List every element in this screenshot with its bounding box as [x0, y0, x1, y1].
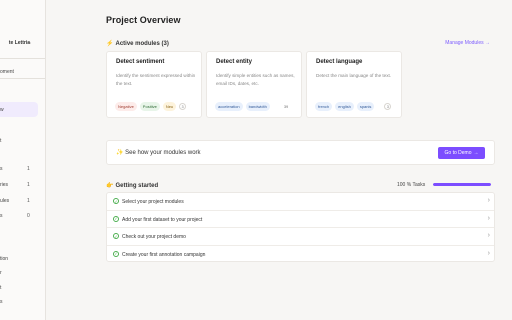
manage-modules-link[interactable]: Manage Modules → [445, 40, 490, 46]
check-circle-icon: ✓ [113, 198, 119, 204]
task-item[interactable]: ✓ Create your first annotation campaign … [107, 246, 494, 264]
task-item[interactable]: ✓ Add your first dataset to your project… [107, 211, 494, 228]
sidebar-item-8[interactable]: r [0, 270, 2, 276]
sidebar-item-4[interactable]: ries [0, 182, 8, 188]
chevron-right-icon: › [487, 214, 490, 222]
module-card-sentiment[interactable]: Detect sentiment Identify the sentiment … [106, 51, 202, 118]
demo-banner: ✨ See how your modules work Go to Demo → [106, 140, 495, 165]
sidebar-divider [0, 58, 45, 59]
sidebar-item-1[interactable]: w [0, 107, 4, 113]
chevron-right-icon: › [487, 249, 490, 257]
sidebar-count: 1 [27, 166, 30, 172]
tag: spanis [356, 102, 375, 111]
sidebar-count: 0 [27, 213, 30, 219]
tag: Neu [162, 102, 177, 111]
getting-started-title: Getting started [115, 183, 159, 189]
manage-modules-label: Manage Modules [445, 40, 484, 46]
sidebar-divider [0, 78, 45, 79]
page-title: Project Overview [106, 15, 181, 25]
module-card-title: Detect language [316, 59, 363, 65]
sidebar-item-9[interactable]: t [0, 285, 1, 291]
active-modules-heading: ⚡ Active modules (3) [106, 40, 169, 47]
sidebar-item-0[interactable]: oment [0, 69, 14, 75]
sidebar-item-active-bg [0, 102, 38, 117]
sidebar-item-3[interactable]: s [0, 166, 3, 172]
tag: french [315, 102, 333, 111]
progress-bar [433, 183, 491, 186]
check-circle-icon: ✓ [113, 250, 119, 257]
getting-started-heading: 👉 Getting started [106, 182, 158, 189]
task-label: Select your project modules [122, 199, 184, 205]
chevron-right-icon: › [487, 232, 490, 239]
sidebar-item-2[interactable]: t [0, 138, 1, 144]
module-card-language[interactable]: Detect language Detect the main language… [306, 51, 402, 118]
chevron-down-icon: ⌄ [26, 40, 32, 46]
main-content: Project Overview ⚡ Active modules (3) Man… [47, 0, 512, 320]
check-circle-icon: ✓ [113, 215, 119, 222]
demo-banner-label: See how your modules work [125, 150, 201, 156]
lightning-icon: ⚡ [106, 41, 114, 47]
task-item[interactable]: ✓ Check out your project demo › [107, 228, 494, 246]
demo-banner-text: ✨ See how your modules work [116, 149, 201, 156]
task-item[interactable]: ✓ Select your project modules › [107, 193, 494, 211]
tag: english [335, 102, 354, 111]
module-card-title: Detect sentiment [116, 59, 165, 65]
progress-label: 100 % Tasks [397, 182, 426, 188]
sidebar-item-10[interactable]: s [0, 299, 3, 305]
module-card-description: Identify simple entities such as names, … [216, 73, 295, 86]
progress-bar-fill [433, 183, 491, 186]
active-modules-title: Active modules (3) [115, 41, 169, 47]
tag: bandwidth [245, 102, 270, 111]
module-tags: Negative Positive Neu 3 [115, 102, 187, 111]
check-circle-icon: ✓ [113, 233, 119, 239]
module-card-title: Detect entity [216, 59, 253, 65]
tag: Negative [115, 102, 137, 111]
module-tags: acceleration bandwidth 39 [215, 102, 288, 111]
sidebar-item-5[interactable]: ules [0, 198, 9, 204]
go-to-demo-button[interactable]: Go to Demo → [438, 147, 485, 159]
task-list: ✓ Select your project modules › ✓ Add yo… [106, 192, 495, 262]
task-label: Add your first dataset to your project [122, 216, 203, 223]
arrow-right-icon: → [473, 150, 479, 156]
more-tags-badge[interactable]: 3 [384, 103, 392, 110]
sidebar: te Lettria ⌄ oment w t s 1 ries 1 ules 1… [0, 0, 46, 320]
sparkle-icon: ✨ [116, 150, 124, 156]
sidebar-count: 1 [27, 182, 30, 188]
sidebar-item-7[interactable]: tion [0, 256, 8, 262]
sidebar-item-6[interactable]: s [0, 213, 3, 219]
tag: acceleration [215, 102, 243, 111]
module-card-description: Detect the main language of the text. [316, 73, 392, 78]
module-tags: french english spanis 3 [315, 102, 392, 111]
module-card-description: Identify the sentiment expressed within … [116, 73, 196, 86]
chevron-right-icon: › [487, 197, 490, 204]
workspace-selector[interactable]: te Lettria ⌄ [0, 37, 45, 51]
tag: Positive [139, 102, 160, 111]
task-label: Create your first annotation campaign [122, 251, 206, 258]
task-label: Check out your project demo [122, 234, 186, 240]
hand-icon: 👉 [106, 183, 114, 189]
more-tags-badge[interactable]: 3 [179, 103, 187, 110]
arrow-right-icon: → [485, 40, 490, 46]
module-card-entity[interactable]: Detect entity Identify simple entities s… [206, 51, 302, 118]
sidebar-count: 1 [27, 198, 30, 204]
go-to-demo-label: Go to Demo [444, 150, 472, 156]
tag-count: 39 [283, 104, 289, 109]
